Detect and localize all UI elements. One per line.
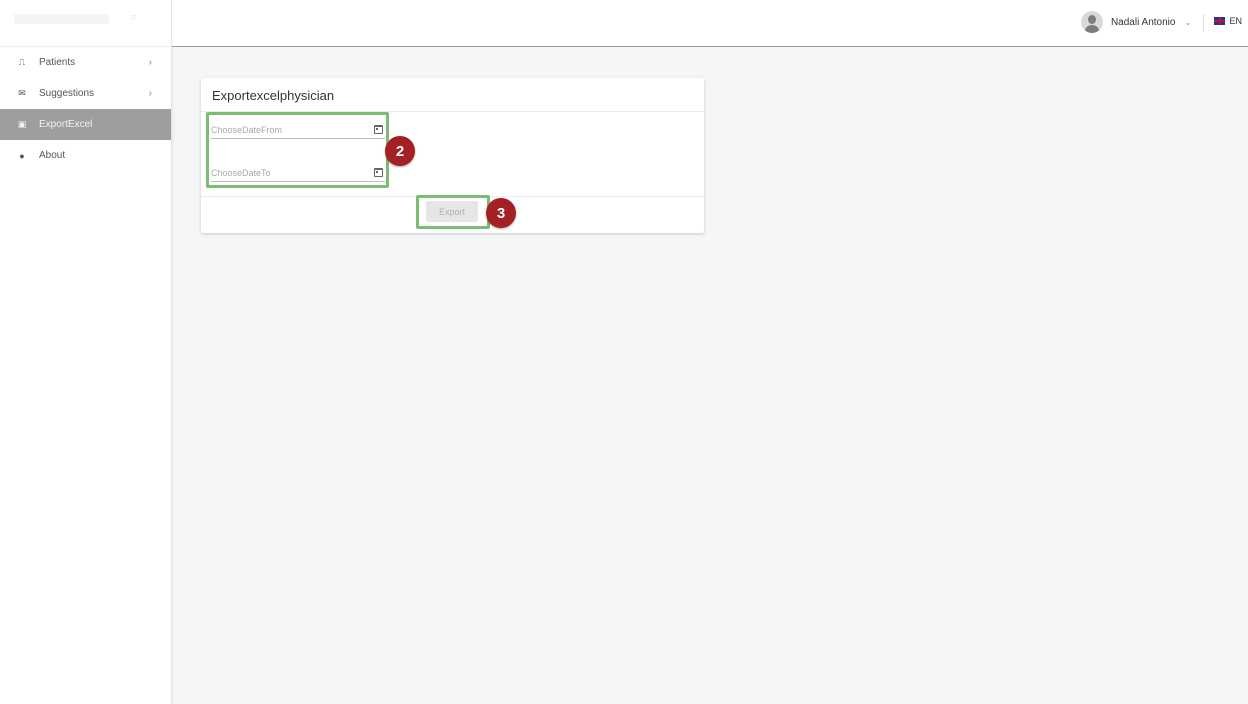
chevron-right-icon: ›	[148, 88, 152, 99]
sidebar-item-label: Suggestions	[39, 88, 95, 99]
top-header: Nadali Antonio ⌄ EN	[172, 0, 1248, 47]
sidebar-menu: ⎍ Patients › ✉ Suggestions › ▣ ExportExc…	[0, 47, 171, 171]
header-divider	[1203, 14, 1204, 32]
save-icon: ▣	[17, 119, 27, 129]
sidebar-item-label: Patients	[39, 57, 76, 68]
language-label: EN	[1229, 16, 1242, 26]
chevron-down-icon: ⌄	[1184, 16, 1192, 27]
app-logo	[14, 14, 109, 24]
step-badge-2: 2	[385, 136, 415, 166]
bed-icon: ⎍	[18, 57, 26, 67]
sidebar: ≡ ⎍ Patients › ✉ Suggestions › ▣ ExportE…	[0, 0, 172, 704]
chevron-right-icon: ›	[148, 57, 152, 68]
sidebar-item-label: ExportExcel	[39, 119, 93, 130]
envelope-icon: ✉	[18, 88, 26, 98]
user-name: Nadali Antonio	[1110, 16, 1176, 28]
menu-toggle-icon[interactable]: ≡	[130, 12, 142, 24]
sidebar-brand-area: ≡	[0, 0, 171, 47]
highlight-date-fields	[206, 112, 389, 188]
sidebar-item-label: About	[39, 150, 66, 161]
export-button[interactable]: Export	[426, 201, 478, 222]
sidebar-item-about[interactable]: ● About	[0, 140, 171, 171]
sidebar-item-suggestions[interactable]: ✉ Suggestions ›	[0, 78, 171, 109]
sidebar-item-exportexcel[interactable]: ▣ ExportExcel	[0, 109, 171, 140]
export-card: Exportexcelphysician ChooseDateFrom Choo…	[201, 78, 704, 233]
user-menu[interactable]: Nadali Antonio ⌄	[1080, 11, 1192, 33]
language-selector[interactable]: EN	[1214, 16, 1242, 26]
step-badge-3: 3	[486, 198, 516, 228]
info-icon: ●	[19, 150, 25, 161]
card-title: Exportexcelphysician	[212, 88, 335, 103]
avatar	[1080, 11, 1103, 33]
uk-flag-icon	[1214, 17, 1226, 25]
sidebar-item-patients[interactable]: ⎍ Patients ›	[0, 47, 171, 78]
